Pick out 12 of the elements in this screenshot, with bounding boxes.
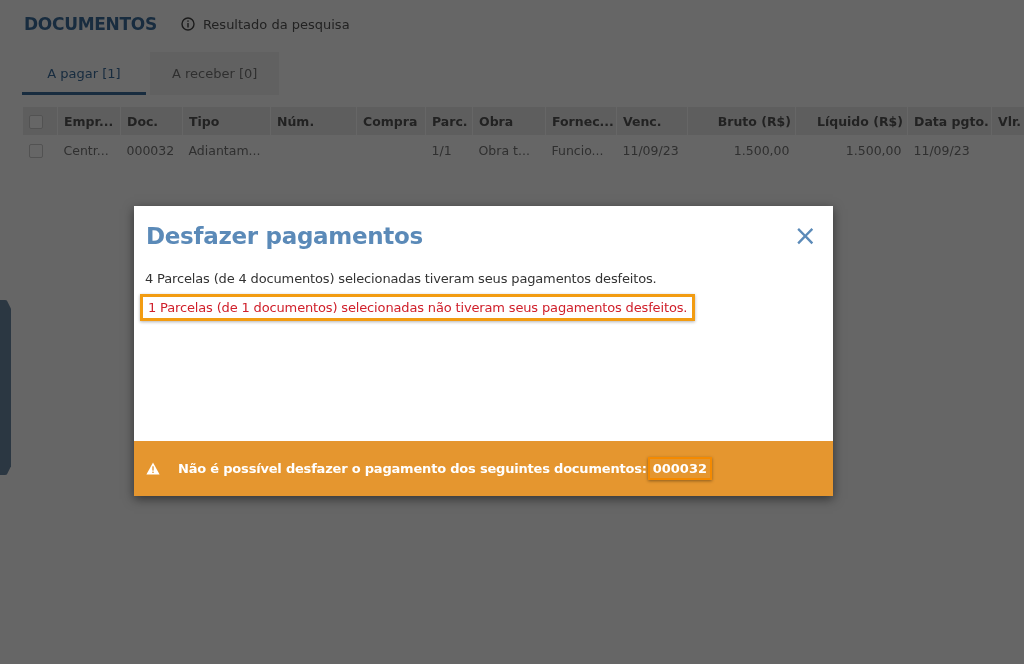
info-icon [180,17,195,31]
warning-text: Não é possível desfazer o pagamento dos seguintes documentos: [178,461,647,476]
message-text: 4 Parcelas (de 4 documentos) selecionadas tiveram seus pagamentos desfeitos. [144,270,658,288]
dialog-title: Desfazer pagamentos [146,223,423,249]
document-number: 000032 [647,457,712,480]
side-tab[interactable] [0,300,11,475]
warning-icon [146,462,160,475]
page-title: DOCUMENTOS [24,14,157,34]
message-text: 1 Parcelas (de 1 documentos) selecionadas não tiveram seus pagamentos desfeitos. [140,294,696,321]
page-subtitle: Resultado da pesquisa [202,16,350,32]
column-header[interactable]: Tipo [189,113,220,129]
close-button[interactable]: × [789,222,821,250]
